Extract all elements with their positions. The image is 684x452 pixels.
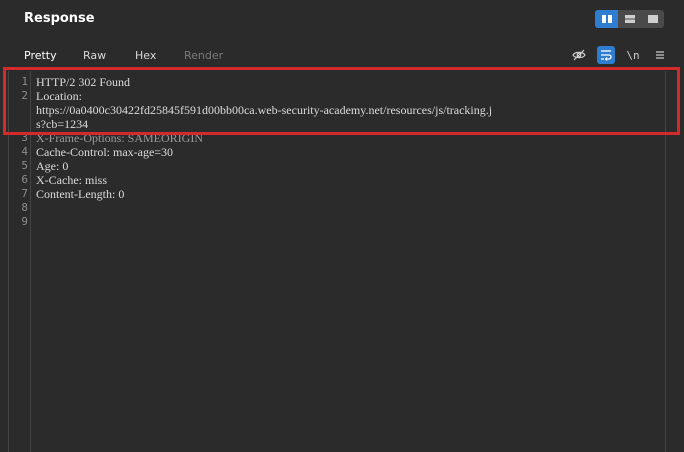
header-line: X-Cache: miss bbox=[36, 173, 107, 187]
line-number: 3 bbox=[21, 131, 28, 144]
right-margin bbox=[666, 71, 684, 452]
response-tabs: Pretty Raw Hex Render bbox=[24, 49, 223, 65]
split-view-button[interactable] bbox=[595, 10, 618, 28]
tab-hex[interactable]: Hex bbox=[135, 49, 184, 65]
header-line: Location: bbox=[36, 89, 82, 103]
active-tab-indicator bbox=[8, 68, 68, 70]
line-number: 1 bbox=[21, 75, 28, 88]
layout-toggle[interactable] bbox=[595, 10, 664, 28]
tab-raw[interactable]: Raw bbox=[83, 49, 135, 65]
editor-toolbar: \n bbox=[570, 46, 669, 64]
hide-eye-icon[interactable] bbox=[570, 46, 588, 64]
header-line: X-Frame-Options: SAMEORIGIN bbox=[36, 131, 203, 145]
line-number: 7 bbox=[21, 187, 28, 200]
rows-view-icon bbox=[624, 15, 635, 23]
panel-title: Response bbox=[24, 11, 95, 26]
line-number: 6 bbox=[21, 173, 28, 186]
line-number: 5 bbox=[21, 159, 28, 172]
empty-line bbox=[36, 215, 664, 229]
header-line-wrapped: s?cb=1234 bbox=[36, 117, 89, 131]
line-number: 4 bbox=[21, 145, 28, 158]
line-number: 9 bbox=[21, 215, 28, 228]
tab-pretty[interactable]: Pretty bbox=[24, 49, 83, 65]
response-editor[interactable]: 1 2 3 4 5 6 7 8 9 HTTP/2 302 Found Locat… bbox=[8, 71, 666, 452]
line-number: 2 bbox=[21, 89, 28, 102]
header-line: Age: 0 bbox=[36, 159, 69, 173]
header-line-wrapped: https://0a0400c30422fd25845f591d00bb00ca… bbox=[36, 103, 493, 117]
split-view-icon bbox=[601, 15, 612, 23]
header-line: Content-Length: 0 bbox=[36, 187, 125, 201]
empty-line bbox=[36, 201, 664, 215]
word-wrap-icon[interactable] bbox=[597, 46, 615, 64]
line-number-gutter: 1 2 3 4 5 6 7 8 9 bbox=[9, 71, 31, 452]
status-line: HTTP/2 302 Found bbox=[36, 75, 131, 89]
menu-icon[interactable] bbox=[651, 46, 669, 64]
single-view-button[interactable] bbox=[641, 10, 664, 28]
newline-toggle[interactable]: \n bbox=[624, 46, 642, 64]
rows-view-button[interactable] bbox=[618, 10, 641, 28]
response-code: HTTP/2 302 Found Location: https://0a040… bbox=[36, 75, 664, 229]
line-number: 8 bbox=[21, 201, 28, 214]
header-line: Cache-Control: max-age=30 bbox=[36, 145, 174, 159]
tab-render[interactable]: Render bbox=[184, 49, 223, 65]
single-view-icon bbox=[647, 15, 658, 23]
